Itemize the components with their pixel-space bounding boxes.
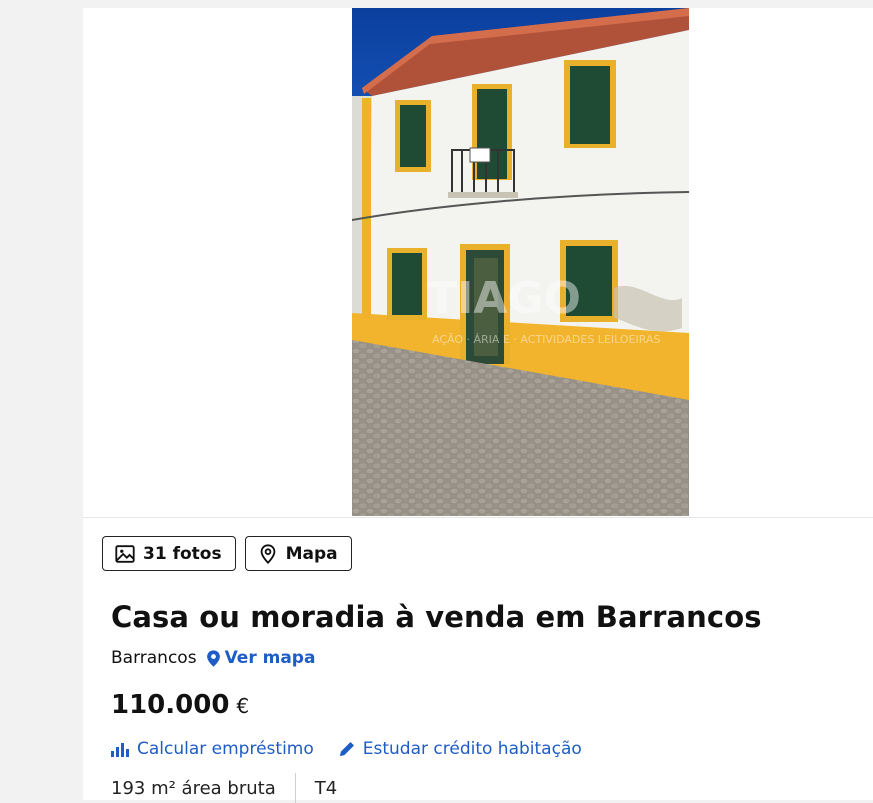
location-pin-icon (206, 649, 220, 667)
mortgage-study-label: Estudar crédito habitação (362, 739, 582, 759)
spec-divider (294, 773, 296, 803)
svg-text:TIAGO: TIAGO (427, 273, 581, 324)
view-map-link[interactable]: Ver mapa (205, 648, 316, 668)
price-currency: € (236, 694, 250, 718)
view-map-label: Ver mapa (224, 648, 316, 668)
price-row: 110.000 € (111, 690, 249, 720)
photo-gallery[interactable]: TIAGO AÇÃO · ÁRIA E · ACTIVIDADES LEILOE… (83, 8, 873, 518)
finance-links: Calcular empréstimo Estudar crédito habi… (111, 739, 582, 759)
svg-text:AÇÃO · ÁRIA E · ACTIVIDADES LE: AÇÃO · ÁRIA E · ACTIVIDADES LEILOEIRAS (432, 333, 660, 346)
map-pin-icon (260, 543, 275, 564)
area-spec: 193 m² área bruta (111, 777, 276, 799)
listing-photo[interactable]: TIAGO AÇÃO · ÁRIA E · ACTIVIDADES LEILOE… (352, 8, 689, 516)
price-value: 110.000 (111, 690, 230, 720)
image-icon (115, 544, 135, 563)
bar-chart-icon (111, 743, 129, 757)
listing-title: Casa ou moradia à venda em Barrancos (111, 600, 762, 634)
location-row: Barrancos Ver mapa (111, 648, 315, 668)
listing-card: TIAGO AÇÃO · ÁRIA E · ACTIVIDADES LEILOE… (83, 8, 873, 803)
media-buttons: 31 fotos Mapa (102, 536, 352, 571)
location-text: Barrancos (111, 648, 197, 668)
page: TIAGO AÇÃO · ÁRIA E · ACTIVIDADES LEILOE… (0, 0, 873, 803)
mortgage-study-link[interactable]: Estudar crédito habitação (338, 739, 582, 759)
loan-calculator-label: Calcular empréstimo (137, 739, 314, 759)
typology-spec: T4 (314, 777, 338, 799)
photos-button[interactable]: 31 fotos (102, 536, 236, 571)
loan-calculator-link[interactable]: Calcular empréstimo (111, 739, 314, 759)
map-button-label: Mapa (285, 543, 338, 564)
specs-row: 193 m² área bruta T4 (111, 773, 337, 803)
photos-button-label: 31 fotos (143, 543, 222, 564)
map-button[interactable]: Mapa (244, 536, 352, 571)
pencil-icon (339, 742, 354, 756)
